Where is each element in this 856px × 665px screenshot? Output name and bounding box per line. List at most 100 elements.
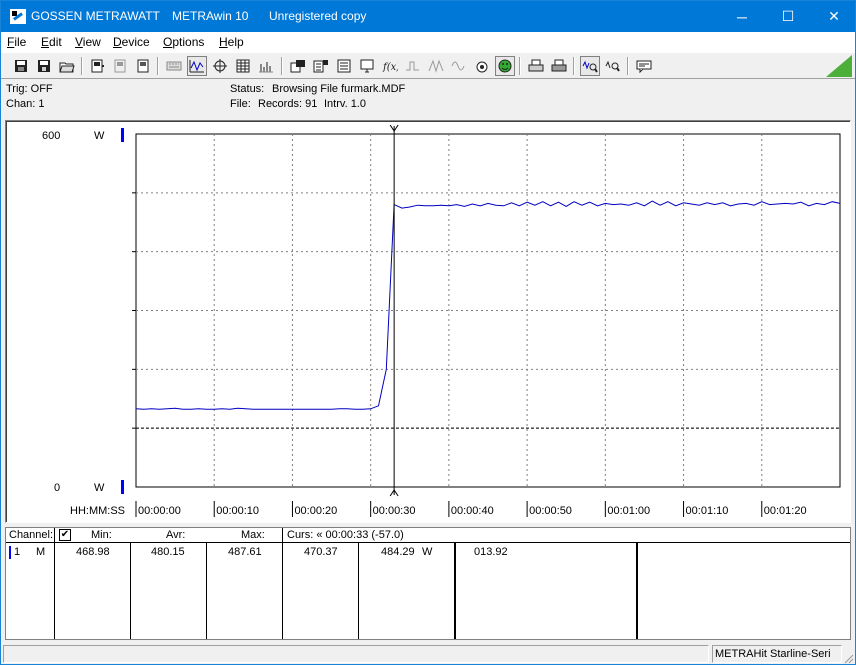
bars-icon [259, 62, 273, 73]
monitor-button[interactable] [357, 56, 377, 76]
header-max: Max: [241, 529, 265, 541]
save-as-button[interactable] [34, 56, 54, 76]
list-button[interactable] [334, 56, 354, 76]
title-registration: Unregistered copy [269, 9, 367, 23]
y-max-label: 600 [42, 130, 60, 142]
toolbar-separator [573, 57, 575, 75]
app-logo-icon[interactable] [10, 9, 26, 24]
power-chart[interactable]: 600 W 0 W HH:MM:SS 00:00:00 00:00:10 00:00… [6, 121, 850, 522]
menu-edit[interactable]: Edit [41, 35, 62, 49]
device-button[interactable] [87, 56, 107, 76]
table-button[interactable] [233, 56, 253, 76]
chart-panel[interactable]: 600 W 0 W HH:MM:SS 00:00:00 00:00:10 00:00… [5, 120, 851, 523]
status-value: Browsing File furmark.MDF [272, 83, 406, 95]
row-max: 487.61 [228, 546, 262, 558]
title-bar[interactable]: GOSSEN METRAWATT METRAwin 10 Unregistere… [1, 1, 855, 32]
x-tick-label: 00:00:20 [294, 505, 337, 517]
crosshair-button[interactable] [210, 56, 230, 76]
close-button[interactable]: ✕ [811, 1, 856, 32]
table-row[interactable]: 1 M 468.98 480.15 487.61 470.37 484.29 W… [6, 544, 850, 560]
row-unit: W [422, 546, 433, 558]
header-divider [6, 542, 850, 543]
title-company: GOSSEN METRAWATT [31, 9, 160, 23]
channel-checkbox[interactable]: ✔ [59, 529, 71, 541]
row-cursor-value-1: 470.37 [304, 546, 338, 558]
file-label: File: [230, 98, 251, 110]
function-button[interactable]: f(x) [380, 56, 400, 76]
device-3-button[interactable] [133, 56, 153, 76]
device-icon [91, 59, 104, 73]
table-icon [236, 59, 250, 73]
trigger-button[interactable] [403, 56, 423, 76]
x-tick-label: 00:00:30 [373, 505, 416, 517]
camera-button[interactable] [472, 56, 492, 76]
print-2-button[interactable] [549, 56, 569, 76]
toolbar-separator [81, 57, 83, 75]
menu-device[interactable]: Device [113, 35, 150, 49]
keyboard-button[interactable] [164, 56, 184, 76]
device-2-button[interactable] [110, 56, 130, 76]
row-channel-type: M [36, 546, 46, 558]
export-button[interactable] [288, 56, 308, 76]
export-2-icon [313, 60, 328, 73]
resize-grip-icon[interactable] [842, 652, 854, 664]
row-cursor-value-2: 484.29 [381, 546, 415, 558]
smiley-icon [498, 59, 512, 73]
menu-bar: File Edit View Device Options Help [1, 32, 855, 52]
row-difference: 013.92 [474, 546, 508, 558]
device-name: METRAHit Starline-Seri [715, 648, 831, 660]
y-marker-bottom[interactable] [121, 480, 124, 494]
toolbar-separator [627, 57, 629, 75]
peak-button[interactable] [426, 56, 446, 76]
x-tick-label: 00:01:00 [607, 505, 650, 517]
sine-icon [451, 61, 465, 71]
waveform-button[interactable] [187, 56, 207, 76]
zoom-2-icon [605, 60, 620, 72]
minimize-icon: ─ [737, 8, 747, 25]
channel-table[interactable]: Channel: ✔ Min: Avr: Max: Curs: « 00:00:… [5, 527, 851, 640]
zoom-2-button[interactable] [603, 56, 623, 76]
toolbar: f(x) [1, 52, 855, 79]
zoom-button[interactable] [580, 56, 600, 76]
save-button[interactable] [11, 56, 31, 76]
menu-help[interactable]: Help [219, 35, 244, 49]
x-tick-label: 00:01:20 [764, 505, 807, 517]
device-2-icon [114, 59, 126, 73]
row-min: 468.98 [76, 546, 110, 558]
menu-view[interactable]: View [75, 35, 101, 49]
series-line [135, 200, 841, 410]
maximize-icon: ☐ [781, 8, 795, 24]
open-icon [59, 62, 75, 73]
header-avr: Avr: [166, 529, 186, 541]
y-min-label: 0 [54, 482, 60, 494]
waveform-icon [189, 60, 204, 73]
sine-button[interactable] [449, 56, 469, 76]
y-unit-top: W [94, 130, 105, 142]
y-unit-bottom: W [94, 482, 105, 494]
maximize-button[interactable]: ☐ [765, 1, 811, 32]
minimize-button[interactable]: ─ [719, 1, 765, 32]
print-button[interactable] [526, 56, 546, 76]
x-tick-label: 00:00:00 [138, 505, 181, 517]
close-icon: ✕ [828, 8, 840, 24]
export-2-button[interactable] [311, 56, 331, 76]
x-tick-label: 00:00:40 [451, 505, 494, 517]
crosshair-icon [213, 59, 227, 73]
toolbar-separator [157, 57, 159, 75]
comment-button[interactable] [634, 56, 654, 76]
bars-button[interactable] [256, 56, 276, 76]
save-icon [15, 60, 27, 72]
menu-file[interactable]: File [7, 35, 26, 49]
trigger-status: Trig: OFF [6, 83, 53, 95]
bottom-status-bar: METRAHit Starline-Seri [1, 643, 855, 665]
comment-icon [636, 60, 652, 74]
zoom-icon [582, 60, 598, 73]
y-marker-top[interactable] [121, 128, 124, 142]
svg-text:f(x): f(x) [382, 62, 398, 73]
toolbar-separator [519, 57, 521, 75]
open-button[interactable] [57, 56, 77, 76]
menu-options[interactable]: Options [163, 35, 204, 49]
trigger-icon [406, 61, 419, 71]
smiley-button[interactable] [495, 56, 515, 76]
status-pane-main [3, 645, 709, 663]
